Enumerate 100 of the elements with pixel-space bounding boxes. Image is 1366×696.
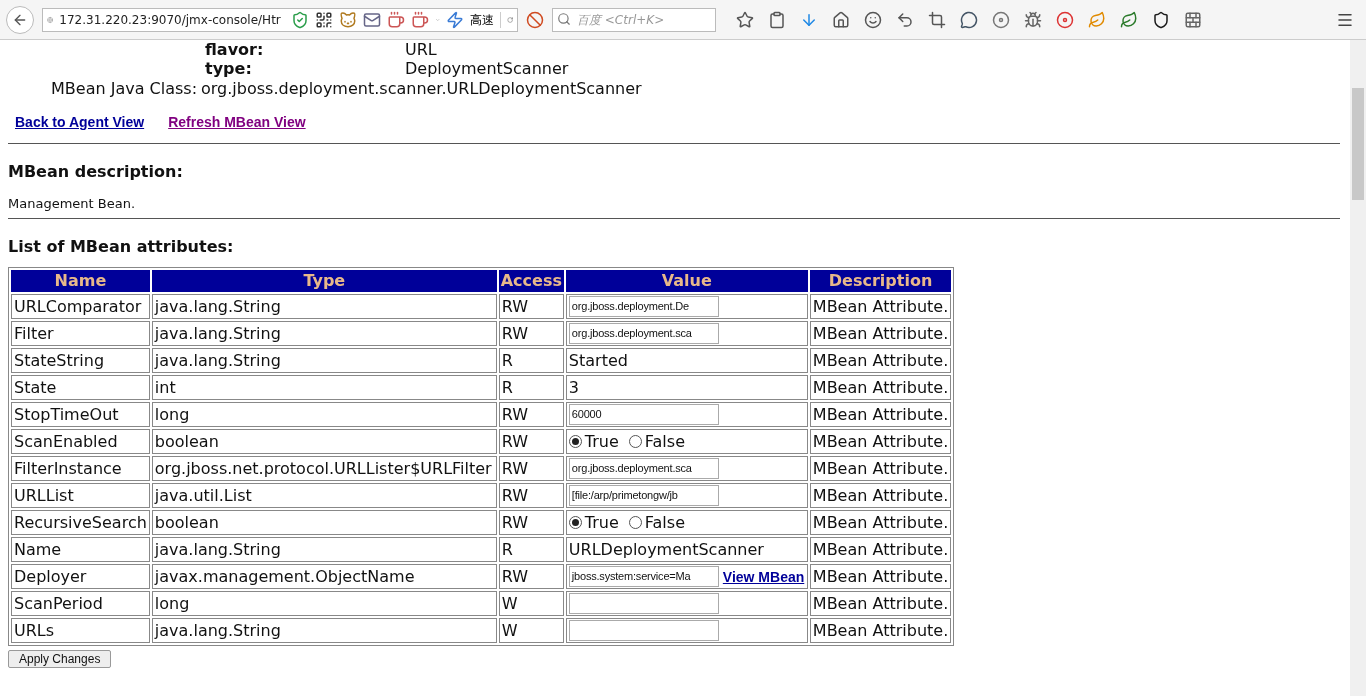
property-key: flavor:: [205, 41, 405, 58]
table-cell: MBean Attribute.: [809, 429, 952, 454]
value-field[interactable]: [568, 593, 719, 614]
value-field[interactable]: [568, 620, 719, 641]
envelope-icon[interactable]: [362, 10, 381, 29]
value-field[interactable]: jboss.system:service=Ma: [568, 566, 719, 587]
value-text: URLDeploymentScanner: [568, 539, 764, 559]
table-cell: StateString: [11, 348, 150, 373]
table-cell: java.lang.String: [151, 537, 497, 562]
blocked-icon[interactable]: [526, 10, 544, 29]
table-cell: URLList: [11, 483, 150, 508]
table-cell: javax.management.ObjectName: [151, 564, 497, 589]
value-field[interactable]: 60000: [568, 404, 719, 425]
table-cell: java.lang.String: [151, 348, 497, 373]
table-cell: MBean Attribute.: [809, 483, 952, 508]
table-cell: org.jboss.net.protocol.URLLister$URLFilter: [151, 456, 497, 481]
value-field[interactable]: org.jboss.deployment.De: [568, 296, 719, 317]
back-button[interactable]: [6, 5, 34, 34]
home-icon[interactable]: [832, 10, 850, 29]
nav-link[interactable]: Back to Agent View: [15, 112, 145, 133]
radio-label: True: [584, 514, 619, 531]
section-heading: MBean description:: [8, 162, 184, 182]
table-cell: java.lang.String: [151, 294, 497, 319]
table-cell: Deployer: [11, 564, 150, 589]
speed-label[interactable]: 高速: [470, 10, 495, 29]
table-cell: URLs: [11, 618, 150, 643]
lightning-icon[interactable]: [446, 10, 465, 29]
table-cell: W: [498, 618, 564, 643]
table-cell: int: [151, 375, 497, 400]
table-cell: StopTimeOut: [11, 402, 150, 427]
disc-icon[interactable]: [1056, 10, 1074, 29]
radio-button[interactable]: [628, 435, 642, 448]
table-cell: W: [498, 591, 564, 616]
table-cell: MBean Attribute.: [809, 537, 952, 562]
search-field[interactable]: 百度 <Ctrl+K>: [552, 8, 716, 32]
java-class-value: org.jboss.deployment.scanner.URLDeploymentScanner: [201, 78, 642, 100]
radio-button[interactable]: [568, 435, 582, 448]
value-text: Started: [568, 350, 628, 370]
brick-wall-icon[interactable]: [1184, 10, 1202, 29]
column-header: Description: [809, 270, 952, 292]
property-value: DeploymentScanner: [405, 60, 569, 77]
table-cell: RW: [498, 483, 564, 508]
shield-icon[interactable]: [1152, 10, 1170, 29]
disc-icon[interactable]: [992, 10, 1010, 29]
radio-button[interactable]: [628, 516, 642, 529]
crop-icon[interactable]: [928, 10, 946, 29]
table-cell: Filter: [11, 321, 150, 346]
table-cell: MBean Attribute.: [809, 618, 952, 643]
radio-label: False: [644, 514, 685, 531]
table-cell: R: [498, 537, 564, 562]
table-cell: RW: [498, 564, 564, 589]
value-field[interactable]: [file:/arp/primetongw/jb: [568, 485, 719, 506]
table-cell: MBean Attribute.: [809, 510, 952, 535]
chat-icon[interactable]: [960, 10, 978, 29]
coffee-cup-icon[interactable]: [410, 10, 429, 29]
table-cell: FilterInstance: [11, 456, 150, 481]
value-field[interactable]: org.jboss.deployment.sca: [568, 458, 719, 479]
value-text: 3: [568, 377, 579, 397]
smiley-icon[interactable]: [864, 10, 882, 29]
radio-label: True: [584, 433, 619, 450]
star-icon[interactable]: [736, 10, 754, 29]
table-cell: RW: [498, 456, 564, 481]
table-cell: MBean Attribute.: [809, 591, 952, 616]
scrollbar-thumb[interactable]: [1352, 88, 1364, 200]
table-cell: java.util.List: [151, 483, 497, 508]
qr-code-icon[interactable]: [314, 10, 333, 29]
property-key: type:: [205, 60, 405, 77]
table-cell: RW: [498, 429, 564, 454]
column-header: Value: [565, 270, 808, 292]
property-value: URL: [405, 41, 437, 58]
table-cell: Name: [11, 537, 150, 562]
leaf-icon[interactable]: [1120, 10, 1138, 29]
undo-icon[interactable]: [896, 10, 914, 29]
java-class-label: MBean Java Class:: [51, 78, 198, 100]
table-cell: MBean Attribute.: [809, 456, 952, 481]
table-cell: RW: [498, 321, 564, 346]
clipboard-icon[interactable]: [768, 10, 786, 29]
column-header: Access: [498, 270, 564, 292]
coffee-cup-icon[interactable]: [386, 10, 405, 29]
table-cell: R: [498, 348, 564, 373]
cat-icon[interactable]: [338, 10, 357, 29]
scrollbar[interactable]: [1350, 40, 1366, 696]
bug-icon[interactable]: [1024, 10, 1042, 29]
table-cell: ScanPeriod: [11, 591, 150, 616]
radio-button[interactable]: [568, 516, 582, 529]
search-icon: [557, 12, 571, 26]
column-header: Name: [11, 270, 150, 292]
table-cell: RW: [498, 402, 564, 427]
table-cell: ScanEnabled: [11, 429, 150, 454]
table-cell: URLComparator: [11, 294, 150, 319]
table-cell: State: [11, 375, 150, 400]
value-field[interactable]: org.jboss.deployment.sca: [568, 323, 719, 344]
apply-changes-button[interactable]: Apply Changes: [8, 650, 112, 668]
url-text: 172.31.220.23:9070/jmx-console/Htr: [59, 11, 281, 28]
view-mbean-link[interactable]: View MBean: [722, 569, 805, 584]
address-bar[interactable]: 172.31.220.23:9070/jmx-console/Htr 高速: [42, 7, 518, 32]
table-cell: MBean Attribute.: [809, 321, 952, 346]
table-cell: boolean: [151, 510, 497, 535]
table-cell: long: [151, 402, 497, 427]
nav-link[interactable]: Refresh MBean View: [168, 112, 306, 133]
